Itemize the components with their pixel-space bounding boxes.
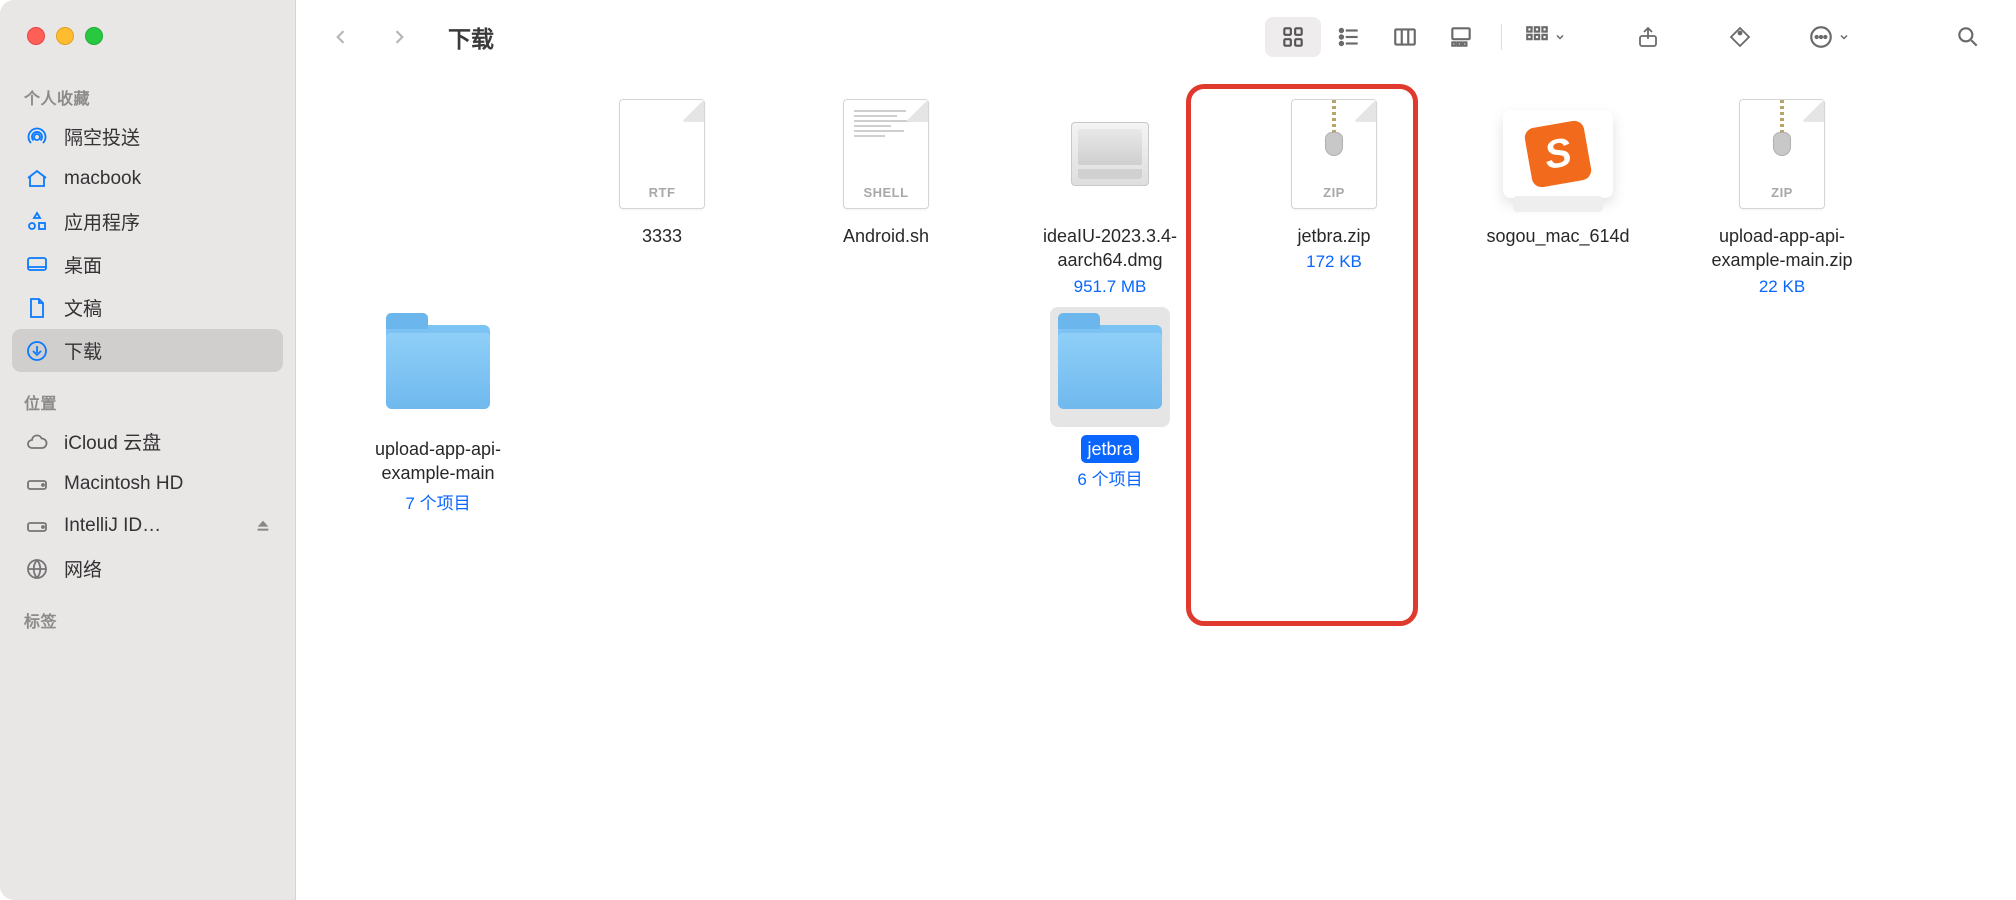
sidebar-item-airdrop[interactable]: 隔空投送 <box>12 115 283 158</box>
sidebar-item-downloads[interactable]: 下载 <box>12 329 283 372</box>
file-name: upload-app-api-example-main <box>333 435 543 488</box>
back-button[interactable] <box>326 22 356 52</box>
sidebar-item-label: 下载 <box>64 337 102 364</box>
file-item[interactable]: ZIP upload-app-api-example-main.zip 22 K… <box>1670 94 1894 297</box>
close-button[interactable] <box>27 27 45 45</box>
document-icon <box>24 295 50 321</box>
file-grid[interactable]: RTF 3333 SHELL Android.sh ideaIU-2023.3.… <box>296 74 2016 900</box>
file-item[interactable]: ZIP jetbra.zip 172 KB <box>1222 94 1446 297</box>
sidebar-item-label: 网络 <box>64 555 102 582</box>
sidebar-item-label: macbook <box>64 168 141 190</box>
group-by-button[interactable] <box>1524 24 1566 50</box>
file-meta: 22 KB <box>1759 277 1805 297</box>
sidebar-item-desktop[interactable]: 桌面 <box>12 243 283 286</box>
file-name: jetbra <box>1081 435 1138 463</box>
zip-file-icon: ZIP <box>1274 94 1394 214</box>
file-item[interactable]: S sogou_mac_614d <box>1446 94 1670 297</box>
finder-window: 个人收藏 隔空投送 macbook 应用程序 桌面 文稿 下载 位置 iC <box>0 0 2016 900</box>
file-item[interactable]: jetbra 6 个项目 <box>998 307 1222 515</box>
globe-icon <box>24 556 50 582</box>
desktop-icon <box>24 252 50 278</box>
folder-icon <box>1050 307 1170 427</box>
shell-file-icon: SHELL <box>826 94 946 214</box>
window-title: 下载 <box>448 20 494 54</box>
view-gallery-button[interactable] <box>1433 17 1489 57</box>
cloud-icon <box>24 429 50 455</box>
actions-button[interactable] <box>1808 24 1850 50</box>
sidebar-item-label: 桌面 <box>64 251 102 278</box>
home-icon <box>24 166 50 192</box>
zip-file-icon: ZIP <box>1722 94 1842 214</box>
view-columns-button[interactable] <box>1377 17 1433 57</box>
disk-icon <box>24 471 50 497</box>
folder-icon <box>378 307 498 427</box>
file-name: Android.sh <box>837 222 935 250</box>
rtf-file-icon: RTF <box>602 94 722 214</box>
minimize-button[interactable] <box>56 27 74 45</box>
dmg-file-icon <box>1050 94 1170 214</box>
file-item[interactable]: upload-app-api-example-main 7 个项目 <box>326 307 550 515</box>
file-item[interactable]: RTF 3333 <box>550 94 774 297</box>
sidebar-item-home[interactable]: macbook <box>12 158 283 200</box>
fullscreen-button[interactable] <box>85 27 103 45</box>
eject-icon[interactable] <box>255 518 271 534</box>
tags-button[interactable] <box>1716 17 1764 57</box>
search-button[interactable] <box>1944 17 1992 57</box>
file-item[interactable]: SHELL Android.sh <box>774 94 998 297</box>
sidebar-item-label: iCloud 云盘 <box>64 428 161 455</box>
apps-icon <box>24 209 50 235</box>
sidebar-item-network[interactable]: 网络 <box>12 547 283 590</box>
download-icon <box>24 338 50 364</box>
file-name: jetbra.zip <box>1291 222 1376 250</box>
disk-icon <box>24 513 50 539</box>
window-controls <box>12 0 283 67</box>
file-item[interactable]: ideaIU-2023.3.4-aarch64.dmg 951.7 MB <box>998 94 1222 297</box>
file-meta: 7 个项目 <box>405 489 470 514</box>
sidebar-item-applications[interactable]: 应用程序 <box>12 200 283 243</box>
sidebar-section-tags: 标签 <box>12 590 283 638</box>
view-switcher <box>1265 17 1489 57</box>
sidebar-item-documents[interactable]: 文稿 <box>12 286 283 329</box>
file-name: sogou_mac_614d <box>1480 222 1635 250</box>
view-icons-button[interactable] <box>1265 17 1321 57</box>
sidebar-item-label: 文稿 <box>64 294 102 321</box>
sidebar-item-icloud[interactable]: iCloud 云盘 <box>12 420 283 463</box>
toolbar-separator <box>1501 24 1502 50</box>
file-meta: 172 KB <box>1306 252 1362 272</box>
sidebar-item-label: IntelliJ ID… <box>64 515 161 537</box>
main-panel: 下载 <box>296 0 2016 900</box>
sidebar-item-label: 隔空投送 <box>64 123 140 150</box>
forward-button[interactable] <box>384 22 414 52</box>
share-button[interactable] <box>1624 17 1672 57</box>
sidebar: 个人收藏 隔空投送 macbook 应用程序 桌面 文稿 下载 位置 iC <box>0 0 296 900</box>
sidebar-item-intellij[interactable]: IntelliJ ID… <box>12 505 283 547</box>
sidebar-section-favorites: 个人收藏 <box>12 67 283 115</box>
sidebar-section-locations: 位置 <box>12 372 283 420</box>
app-file-icon: S <box>1498 94 1618 214</box>
file-name: 3333 <box>636 222 688 250</box>
file-meta: 951.7 MB <box>1074 277 1147 297</box>
file-meta: 6 个项目 <box>1077 465 1142 490</box>
nav-arrows <box>326 22 414 52</box>
view-list-button[interactable] <box>1321 17 1377 57</box>
airdrop-icon <box>24 124 50 150</box>
sidebar-item-macintosh-hd[interactable]: Macintosh HD <box>12 463 283 505</box>
toolbar: 下载 <box>296 0 2016 74</box>
sidebar-item-label: Macintosh HD <box>64 473 183 495</box>
file-name: upload-app-api-example-main.zip <box>1677 222 1887 275</box>
sidebar-item-label: 应用程序 <box>64 208 140 235</box>
file-name: ideaIU-2023.3.4-aarch64.dmg <box>1005 222 1215 275</box>
